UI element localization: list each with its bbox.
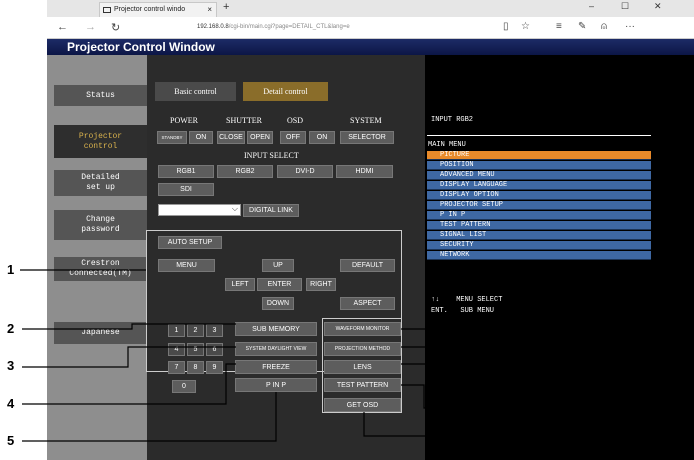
callout-line-3: [22, 346, 236, 368]
callout-7: 7: [672, 345, 680, 360]
callout-3: 3: [7, 358, 15, 373]
callout-line-5: [22, 392, 277, 442]
callout-8: 8: [672, 372, 680, 387]
callout-4: 4: [7, 396, 15, 411]
callout-1: 1: [7, 262, 15, 277]
callout-line-4: [22, 363, 236, 405]
callout-line-8: [401, 363, 668, 381]
callout-2: 2: [7, 321, 15, 336]
callout-6: 6: [672, 321, 680, 336]
callout-5: 5: [7, 433, 15, 448]
callout-line-9: [401, 384, 668, 409]
callout-lines: [20, 269, 668, 442]
callout-10: 10: [667, 428, 682, 443]
callout-9: 9: [672, 400, 680, 415]
callout-line-10: [363, 412, 668, 437]
callout-line-2: [22, 323, 236, 330]
callout-line-7: [401, 346, 668, 354]
